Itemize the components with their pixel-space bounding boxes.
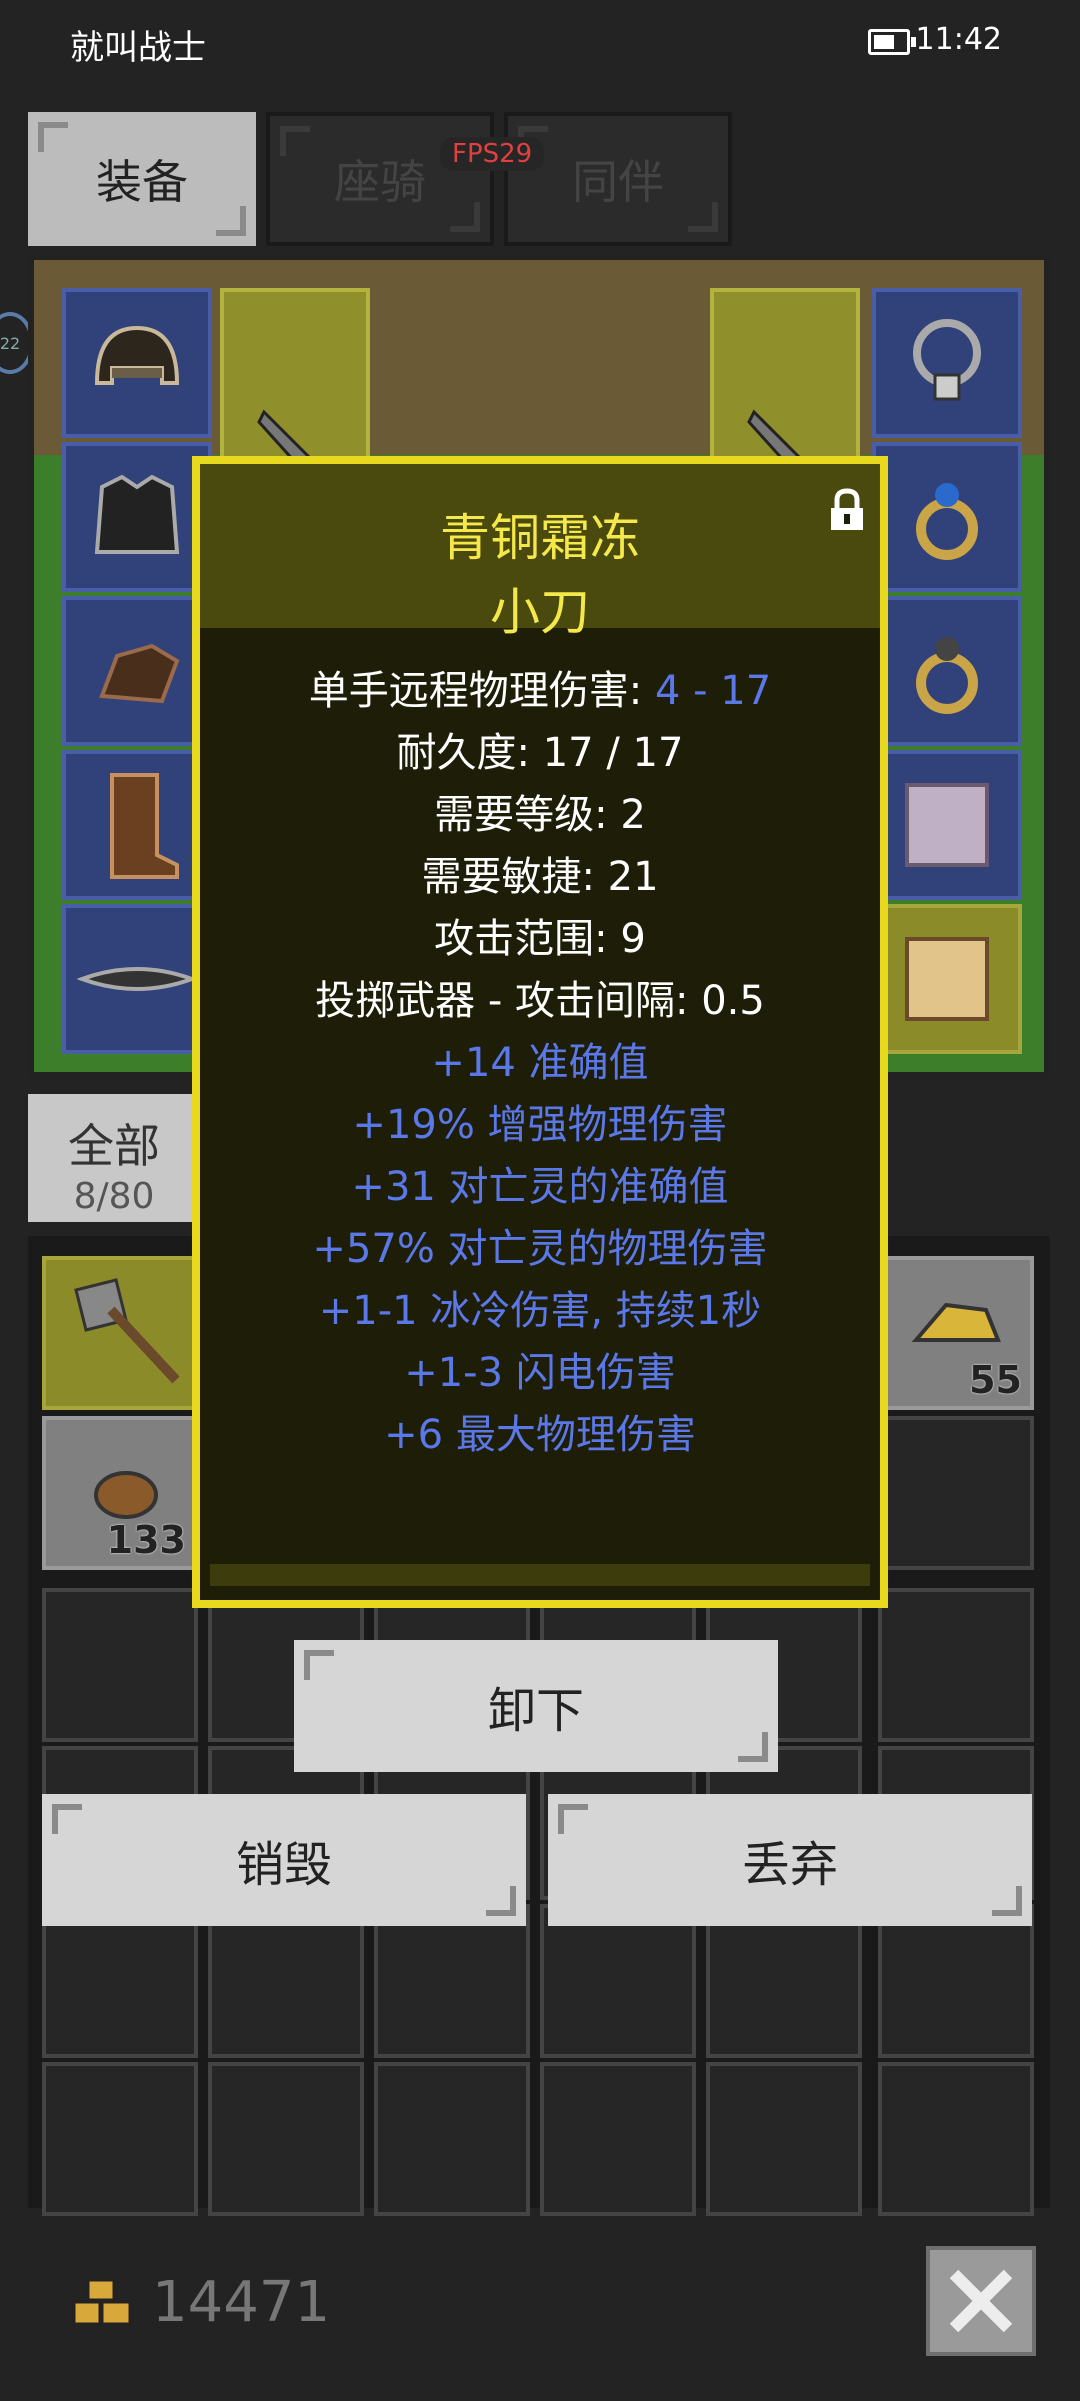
close-button[interactable] (926, 2246, 1036, 2356)
stat-line: 需要敏捷: 21 (421, 854, 659, 900)
glove-icon (99, 643, 180, 704)
inventory-slot[interactable] (878, 2062, 1034, 2216)
stat-line: 单手远程物理伤害: 4 - 17 (308, 668, 772, 714)
ring-slot-2[interactable] (872, 596, 1022, 746)
armor-icon (94, 474, 180, 554)
tab-mount-label: 座骑 (334, 155, 426, 209)
battery-icon (868, 29, 916, 55)
bonus-line: +31 对亡灵的准确值 (351, 1164, 729, 1210)
offhand-weapon-slot[interactable] (710, 288, 860, 478)
scroll-icon (905, 783, 989, 867)
gold-icon (72, 2278, 132, 2326)
inventory-slot[interactable] (706, 2062, 862, 2216)
tab-companion-label: 同伴 (572, 155, 664, 209)
helmet-icon (94, 325, 180, 385)
item-tooltip-panel: 青铜霜冻 小刀 单手远程物理伤害: 4 - 17 耐久度: 17 / 17 需要… (192, 456, 888, 1608)
boots-slot[interactable] (62, 750, 212, 900)
fps-counter: FPS29 (440, 137, 545, 171)
bonus-line: +1-1 冰冷伤害, 持续1秒 (318, 1288, 762, 1334)
ring-icon (916, 483, 978, 560)
inventory-slot[interactable] (878, 1416, 1034, 1570)
axe-icon (74, 1278, 180, 1384)
bonus-line: +6 最大物理伤害 (384, 1412, 696, 1458)
app-title: 就叫战士 (70, 28, 206, 68)
bonus-line: +14 准确值 (431, 1040, 649, 1086)
inventory-slot[interactable] (42, 1904, 198, 2058)
inventory-slot[interactable] (878, 1904, 1034, 2058)
destroy-label: 销毁 (235, 1837, 332, 1893)
pet-slot[interactable] (872, 904, 1022, 1054)
drop-button[interactable]: 丢弃 (548, 1794, 1032, 1926)
tab-equipment[interactable]: 装备 (28, 112, 256, 246)
ring-slot-1[interactable] (872, 442, 1022, 592)
main-weapon-slot[interactable] (220, 288, 370, 478)
belt-icon (77, 967, 197, 991)
inventory-slot[interactable] (878, 1588, 1034, 1742)
drop-label: 丢弃 (741, 1837, 838, 1893)
tooltip-stats: 单手远程物理伤害: 4 - 17 耐久度: 17 / 17 需要等级: 2 需要… (200, 660, 880, 1466)
lock-icon[interactable] (828, 488, 866, 532)
inventory-slot[interactable] (706, 1904, 862, 2058)
inventory-slot[interactable]: 55 (878, 1256, 1034, 1410)
inventory-capacity: 8/80 (73, 1176, 155, 1217)
glove-slot[interactable] (62, 596, 212, 746)
gold-amount: 14471 (152, 2270, 331, 2335)
belt-slot[interactable] (62, 904, 212, 1054)
inventory-slot[interactable] (540, 1904, 696, 2058)
boots-icon (110, 773, 179, 879)
inventory-slot[interactable] (374, 1904, 530, 2058)
inventory-slot[interactable] (208, 1904, 364, 2058)
stat-line: 需要等级: 2 (434, 792, 646, 838)
inventory-slot[interactable] (42, 1256, 198, 1410)
inventory-slot[interactable] (42, 1588, 198, 1742)
amulet-icon (913, 319, 981, 401)
armor-slot[interactable] (62, 442, 212, 592)
stat-line: 攻击范围: 9 (434, 916, 646, 962)
unequip-label: 卸下 (487, 1683, 584, 1739)
scroll-slot[interactable] (872, 750, 1022, 900)
stack-count: 133 (106, 1518, 186, 1562)
item-name-prefix: 青铜霜冻 (440, 509, 640, 567)
destroy-button[interactable]: 销毁 (42, 1794, 526, 1926)
tooltip-footer (210, 1564, 870, 1586)
tab-mount[interactable]: 座骑 (266, 112, 494, 246)
clock: 11:42 (915, 22, 1002, 57)
ring-icon (916, 637, 978, 714)
stat-line: 投掷武器 - 攻击间隔: 0.5 (315, 978, 765, 1024)
helmet-slot[interactable] (62, 288, 212, 438)
gold-nugget-icon (911, 1302, 1001, 1342)
item-name: 小刀 (490, 583, 590, 641)
close-icon (949, 2269, 1013, 2333)
inventory-slot[interactable] (42, 2062, 198, 2216)
stat-line: 耐久度: 17 / 17 (396, 730, 684, 776)
inventory-slot[interactable] (540, 2062, 696, 2216)
inventory-slot[interactable]: 133 (42, 1416, 198, 1570)
unequip-button[interactable]: 卸下 (294, 1640, 778, 1772)
stack-count: 55 (969, 1358, 1022, 1402)
inventory-slot[interactable] (374, 2062, 530, 2216)
pet-icon (905, 937, 989, 1021)
tab-equipment-label: 装备 (96, 155, 188, 209)
tab-companion[interactable]: 同伴 (504, 112, 732, 246)
inventory-filter-button[interactable]: 全部 8/80 (28, 1094, 200, 1222)
filter-label: 全部 (68, 1119, 160, 1173)
amulet-slot[interactable] (872, 288, 1022, 438)
bonus-line: +57% 对亡灵的物理伤害 (312, 1226, 768, 1272)
bonus-line: +19% 增强物理伤害 (352, 1102, 728, 1148)
inventory-slot[interactable] (208, 2062, 364, 2216)
bonus-line: +1-3 闪电伤害 (404, 1350, 676, 1396)
